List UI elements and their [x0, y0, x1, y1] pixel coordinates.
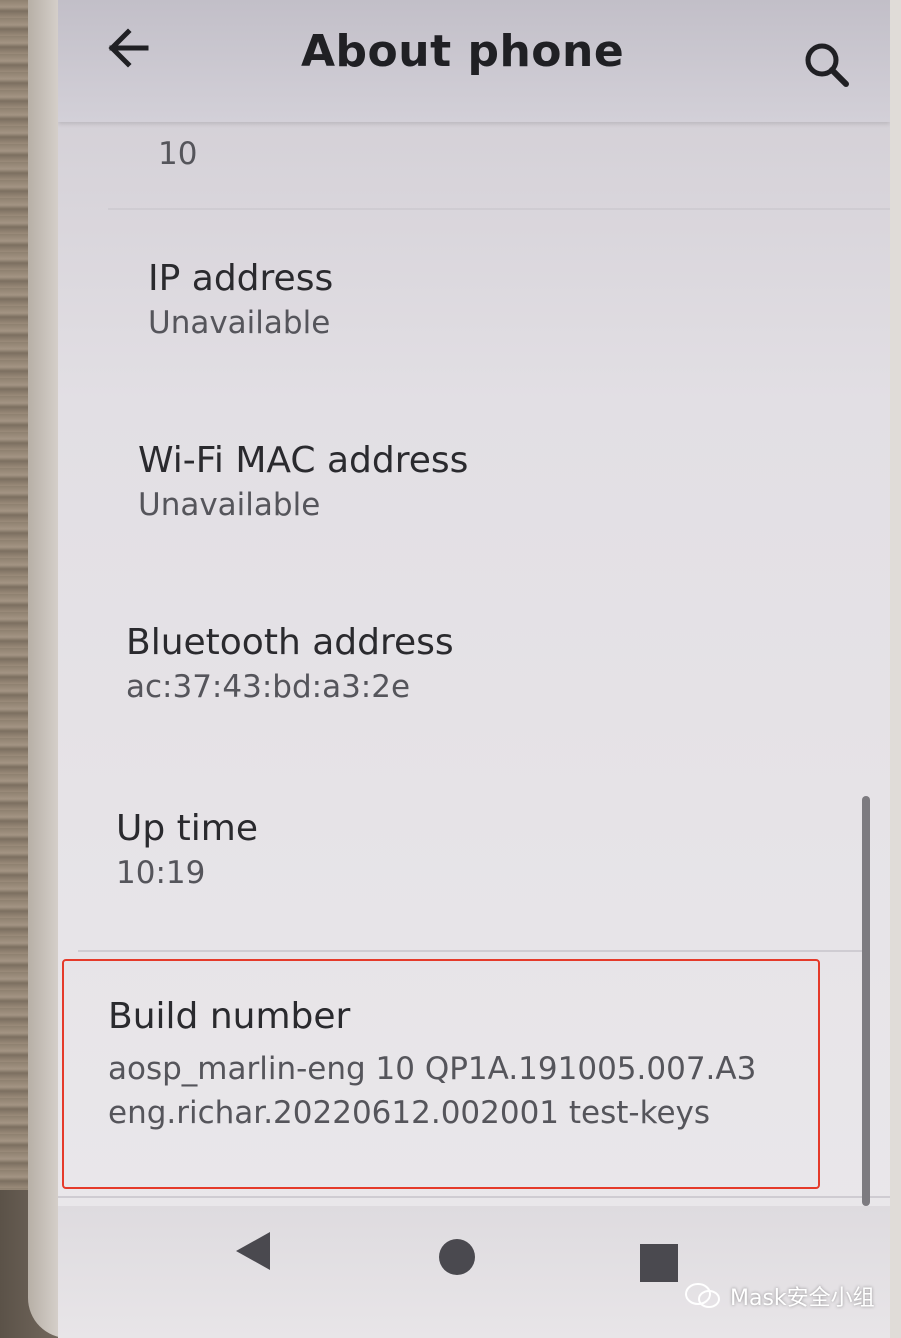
- page-title: About phone: [301, 26, 625, 77]
- navigation-bar: [58, 1206, 890, 1338]
- back-button[interactable]: [102, 22, 172, 82]
- arrow-left-icon: [108, 28, 149, 68]
- ip-address-item[interactable]: IP address Unavailable: [148, 258, 333, 341]
- nav-back-button[interactable]: [228, 1226, 278, 1280]
- wifi-mac-item[interactable]: Wi-Fi MAC address Unavailable: [138, 440, 468, 523]
- up-time-value: 10:19: [116, 855, 206, 891]
- wifi-mac-label: Wi-Fi MAC address: [138, 440, 469, 481]
- up-time-item[interactable]: Up time 10:19: [116, 808, 258, 891]
- divider: [78, 950, 870, 952]
- wifi-mac-value: Unavailable: [138, 487, 321, 523]
- ip-address-value: Unavailable: [148, 305, 331, 341]
- wechat-logo-icon: [685, 1283, 720, 1308]
- watermark: Mask安全小组: [684, 1280, 875, 1312]
- android-version-item[interactable]: 10: [158, 130, 197, 172]
- app-bar: About phone: [58, 0, 890, 122]
- bluetooth-address-label: Bluetooth address: [126, 622, 454, 663]
- up-time-label: Up time: [116, 808, 258, 849]
- android-version-value: 10: [158, 136, 198, 172]
- divider: [108, 208, 890, 210]
- highlight-box: [62, 959, 820, 1189]
- nav-recents-button[interactable]: [638, 1242, 680, 1288]
- search-icon: [805, 43, 849, 87]
- scrollbar[interactable]: [862, 796, 870, 1206]
- watermark-text: Mask安全小组: [730, 1286, 875, 1311]
- bluetooth-address-value: ac:37:43:bd:a3:2e: [126, 669, 411, 705]
- ip-address-label: IP address: [148, 258, 334, 299]
- nav-recents-icon: [640, 1244, 678, 1282]
- nav-back-icon: [236, 1232, 270, 1270]
- nav-home-button[interactable]: [436, 1236, 478, 1282]
- nav-home-icon: [439, 1239, 475, 1275]
- bluetooth-address-item[interactable]: Bluetooth address ac:37:43:bd:a3:2e: [126, 622, 454, 705]
- search-button[interactable]: [798, 36, 858, 96]
- divider: [58, 1196, 890, 1198]
